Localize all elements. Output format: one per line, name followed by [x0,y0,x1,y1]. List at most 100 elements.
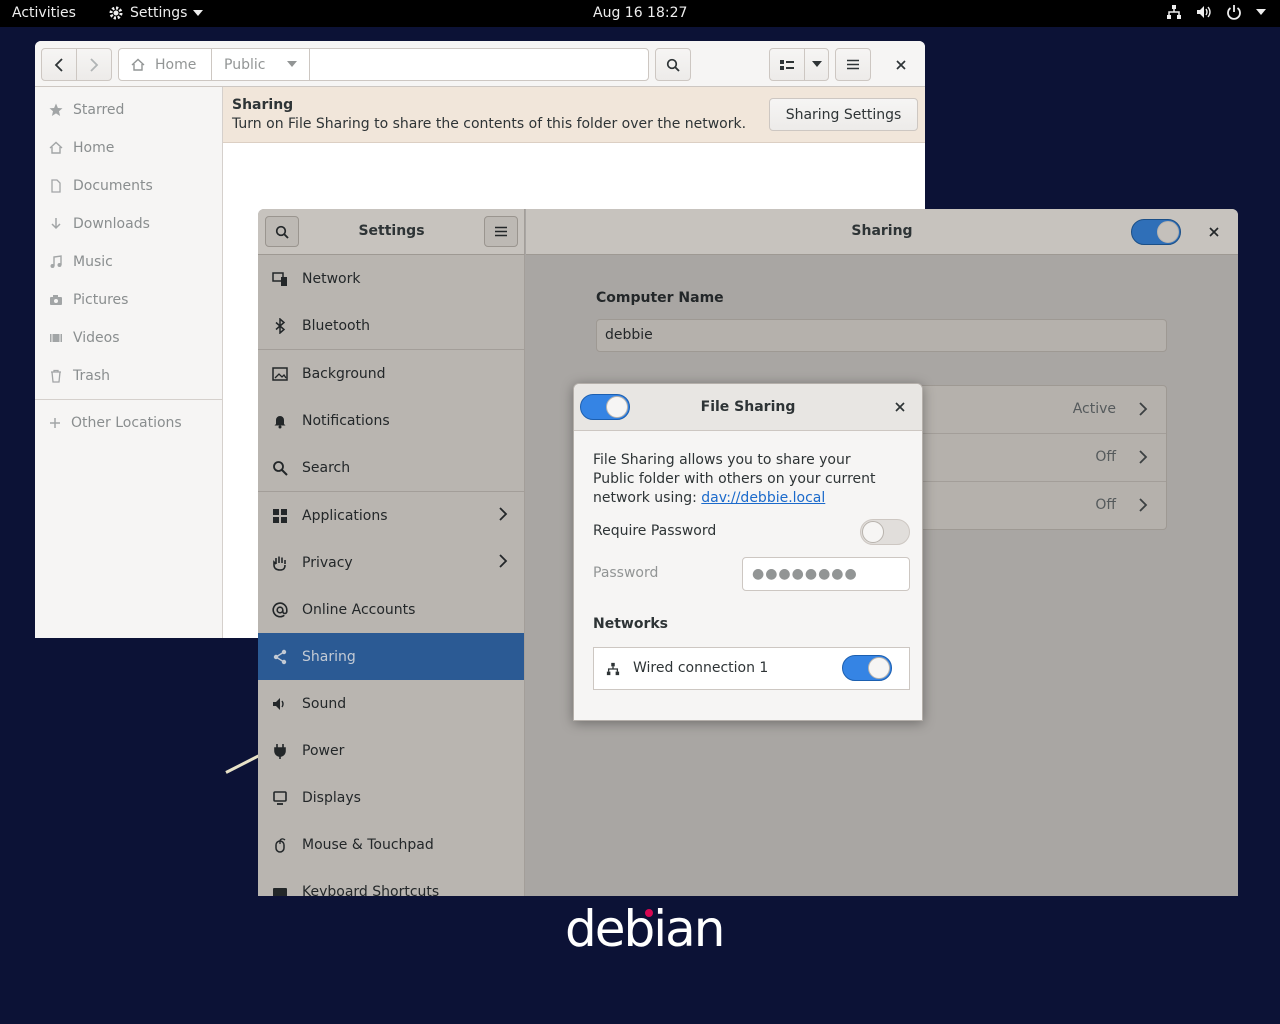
system-tray[interactable] [1166,4,1266,20]
nav-label: Mouse & Touchpad [302,836,434,853]
info-bar-text: Turn on File Sharing to share the conten… [232,116,747,132]
share-icon [273,649,287,664]
path-public-label: Public [224,56,266,73]
password-field[interactable]: ●●●●●●●● [742,557,910,591]
sidebar-item-sound[interactable]: Sound [258,680,524,727]
sidebar-item-displays[interactable]: Displays [258,774,524,821]
switch-knob [1157,221,1179,243]
volume-icon [1197,6,1211,18]
gear-icon [109,6,123,20]
sidebar-item-power[interactable]: Power [258,727,524,774]
sidebar-item-keyboard-shortcuts[interactable]: Keyboard Shortcuts [258,868,524,896]
sidebar-item-mouse-touchpad[interactable]: Mouse & Touchpad [258,821,524,868]
chevron-right-icon [1139,402,1148,416]
sidebar-item-online-accounts[interactable]: Online Accounts [258,586,524,633]
dialog-close-button[interactable] [890,399,910,415]
sidebar-item-videos[interactable]: Videos [35,319,222,357]
nav-label: Online Accounts [302,601,416,618]
sidebar-item-background[interactable]: Background [258,350,524,397]
mouse-icon [275,837,286,853]
sidebar-item-documents[interactable]: Documents [35,167,222,205]
sidebar-item-sharing[interactable]: Sharing [258,633,524,680]
nav-label: Displays [302,789,361,806]
file-sharing-dialog: File Sharing File Sharing allows you to … [573,383,923,721]
at-icon [272,601,288,618]
computer-name-field[interactable]: debbie [596,319,1167,352]
sidebar-item-trash[interactable]: Trash [35,357,222,395]
sidebar-item-search[interactable]: Search [258,444,524,491]
nav-label: Bluetooth [302,317,370,334]
webdav-link[interactable]: dav://debbie.local [701,490,825,506]
forward-button[interactable] [76,48,112,81]
sidebar-item-label: Videos [73,330,120,346]
computer-name-label: Computer Name [596,290,724,306]
close-icon [1209,227,1219,237]
star-icon [49,103,63,116]
network-sharing-switch[interactable] [842,655,892,681]
chevron-down-icon [811,61,822,67]
chevron-down-icon [1256,9,1266,15]
password-label: Password [593,565,659,581]
settings-sidebar-headerbar: Settings [258,209,525,255]
trash-icon [51,369,61,383]
sidebar-item-downloads[interactable]: Downloads [35,205,222,243]
path-bar: Home Public [118,48,649,81]
sidebar-item-music[interactable]: Music [35,243,222,281]
sidebar-item-privacy[interactable]: Privacy [258,539,524,586]
sharing-settings-button[interactable]: Sharing Settings [769,98,918,131]
clock[interactable]: Aug 16 18:27 [593,5,687,21]
sharing-master-switch[interactable] [1131,219,1181,245]
sidebar-item-label: Downloads [73,216,150,232]
menu-button[interactable] [835,48,871,81]
sidebar-item-home[interactable]: Home [35,129,222,167]
search-button[interactable] [655,48,691,81]
nav-label: Sound [302,695,347,712]
file-sharing-description: File Sharing allows you to share your Pu… [593,451,893,508]
sidebar-item-bluetooth[interactable]: Bluetooth [258,302,524,349]
keyboard-icon [273,887,287,896]
network-name: Wired connection 1 [633,660,769,676]
service-status: Off [1095,449,1116,465]
networks-heading: Networks [593,616,669,632]
nav-label: Notifications [302,412,390,429]
chevron-right-icon [499,554,508,568]
sidebar-item-notifications[interactable]: Notifications [258,397,524,444]
path-public-button[interactable]: Public [212,49,310,80]
sidebar-item-pictures[interactable]: Pictures [35,281,222,319]
service-status: Off [1095,497,1116,513]
camera-icon [50,295,62,305]
chevron-down-icon [193,10,204,16]
list-view-icon [780,59,794,70]
activities-button[interactable]: Activities [12,5,76,21]
sidebar-item-starred[interactable]: Starred [35,91,222,129]
require-password-switch[interactable] [860,519,910,545]
back-button[interactable] [41,48,77,81]
close-button[interactable] [891,55,911,75]
files-headerbar: Home Public [35,41,925,87]
settings-menu-button[interactable] [484,216,518,247]
app-menu-button[interactable]: Settings [108,5,204,21]
display-icon [273,790,287,805]
view-list-button[interactable] [769,48,805,81]
chevron-right-icon [1139,498,1148,512]
view-options-button[interactable] [804,48,829,81]
sidebar-item-applications[interactable]: Applications [258,492,524,539]
require-password-label: Require Password [593,523,717,539]
switch-knob [868,657,890,679]
speaker-icon [273,697,284,710]
app-menu-label: Settings [130,5,188,21]
nav-label: Network [302,270,361,287]
sidebar-item-other-locations[interactable]: Other Locations [35,404,222,442]
home-icon [49,141,63,154]
settings-sidebar: Network Bluetooth Background Notificatio… [258,255,525,896]
sidebar-item-network[interactable]: Network [258,255,524,302]
chevron-right-icon [499,507,508,521]
path-home-button[interactable]: Home [119,49,212,80]
nav-label: Keyboard Shortcuts [302,883,440,897]
bell-icon [274,415,286,428]
sidebar-item-label: Starred [73,102,125,118]
settings-close-button[interactable] [1204,224,1224,240]
nav-label: Power [302,742,345,759]
bluetooth-icon [275,317,286,334]
sidebar-item-label: Documents [73,178,153,194]
